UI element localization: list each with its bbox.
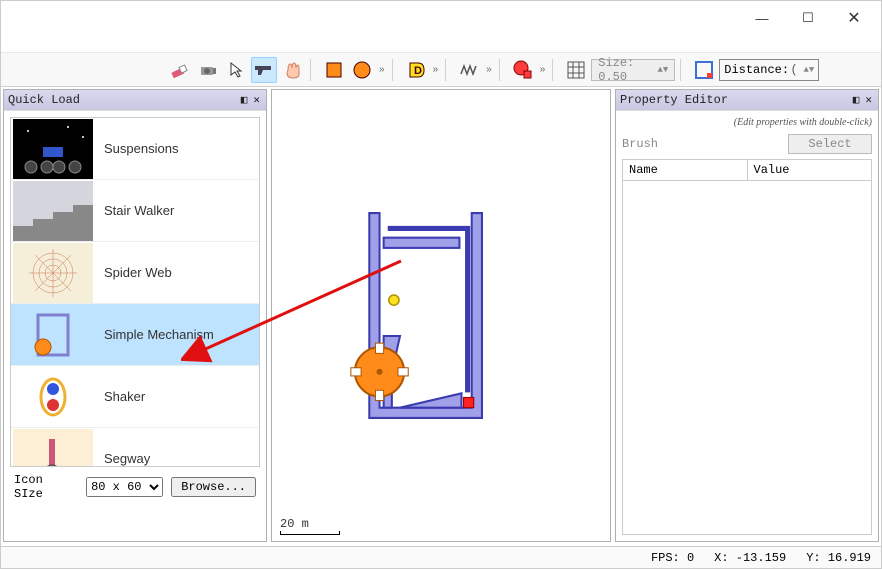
property-editor-title: Property Editor (620, 93, 728, 107)
camera-tool[interactable] (195, 57, 221, 83)
list-item[interactable]: Segway (11, 428, 259, 467)
canvas[interactable]: 20 m (271, 89, 611, 542)
toolbar: » D » » » Size: 0.50 ▲▼ Distance: ( ▲▼ (1, 53, 881, 87)
property-hint: (Edit properties with double-click) (622, 117, 872, 128)
titlebar: — ☐ ✕ (1, 1, 881, 35)
svg-text:D: D (414, 65, 422, 77)
scale-ruler: 20 m (280, 517, 340, 535)
scale-text: 20 m (280, 517, 309, 531)
minimize-button[interactable]: — (739, 3, 785, 33)
property-table[interactable]: Name Value (622, 159, 872, 535)
thumb-spider-web (12, 243, 94, 303)
main-area: Quick Load ◧ ✕ Suspensions Stair W (1, 87, 881, 544)
fixture-more[interactable]: » (431, 64, 441, 75)
list-item-label: Segway (104, 451, 150, 466)
list-item[interactable]: Simple Mechanism (11, 304, 259, 366)
grid-size-text: Size: 0.50 (598, 56, 657, 84)
thumb-shaker (12, 367, 94, 427)
icon-size-select[interactable]: 80 x 60 (86, 477, 163, 497)
spring-more[interactable]: » (484, 64, 494, 75)
close-button[interactable]: ✕ (831, 3, 877, 33)
circle-shape-tool[interactable] (349, 57, 375, 83)
thumb-suspensions (12, 119, 94, 179)
status-x: X: -13.159 (714, 551, 786, 565)
browse-button[interactable]: Browse... (171, 477, 256, 497)
property-editor-close-icon[interactable]: ✕ (863, 93, 874, 107)
brush-label: Brush (622, 137, 782, 151)
menubar (1, 35, 881, 53)
list-item[interactable]: Spider Web (11, 242, 259, 304)
list-item[interactable]: Stair Walker (11, 180, 259, 242)
joint-tool[interactable] (510, 57, 536, 83)
thumb-simple-mechanism (12, 305, 94, 365)
status-y: Y: 16.919 (806, 551, 871, 565)
list-item-label: Stair Walker (104, 203, 174, 218)
square-shape-tool[interactable] (321, 57, 347, 83)
property-col-value: Value (748, 160, 872, 181)
snap-tool[interactable] (691, 57, 717, 83)
distance-input[interactable]: Distance: ( ▲▼ (719, 59, 819, 81)
list-item-label: Suspensions (104, 141, 178, 156)
quick-load-panel: Quick Load ◧ ✕ Suspensions Stair W (3, 89, 267, 542)
quick-load-list[interactable]: Suspensions Stair Walker Spider Web (10, 117, 260, 467)
list-item-label: Shaker (104, 389, 145, 404)
maximize-button[interactable]: ☐ (785, 3, 831, 33)
quick-load-close-icon[interactable]: ✕ (251, 93, 262, 107)
distance-label: Distance: (724, 63, 789, 77)
statusbar: FPS: 0 X: -13.159 Y: 16.919 (1, 546, 881, 568)
shape-more[interactable]: » (377, 64, 387, 75)
thumb-segway (12, 429, 94, 468)
d-fixture-tool[interactable]: D (403, 57, 429, 83)
eraser-tool[interactable] (167, 57, 193, 83)
gun-tool[interactable] (251, 57, 277, 83)
grid-size-input[interactable]: Size: 0.50 ▲▼ (591, 59, 675, 81)
spring-tool[interactable] (456, 57, 482, 83)
quick-load-header[interactable]: Quick Load ◧ ✕ (4, 90, 266, 110)
list-item[interactable]: Suspensions (11, 118, 259, 180)
quick-load-float-icon[interactable]: ◧ (239, 93, 250, 107)
property-editor-header[interactable]: Property Editor ◧ ✕ (616, 90, 878, 110)
list-item[interactable]: Shaker (11, 366, 259, 428)
list-item-label: Spider Web (104, 265, 172, 280)
list-item-label: Simple Mechanism (104, 327, 214, 342)
status-fps: FPS: 0 (651, 551, 694, 565)
hand-tool[interactable] (279, 57, 305, 83)
property-col-name: Name (623, 160, 748, 181)
thumb-stair-walker (12, 181, 94, 241)
icon-size-label: Icon SIze (14, 473, 78, 501)
quick-load-title: Quick Load (8, 93, 80, 107)
property-editor-float-icon[interactable]: ◧ (851, 93, 862, 107)
property-editor-panel: Property Editor ◧ ✕ (Edit properties wit… (615, 89, 879, 542)
joint-more[interactable]: » (538, 64, 548, 75)
select-brush-button[interactable]: Select (788, 134, 872, 154)
grid-tool[interactable] (563, 57, 589, 83)
pointer-tool[interactable] (223, 57, 249, 83)
